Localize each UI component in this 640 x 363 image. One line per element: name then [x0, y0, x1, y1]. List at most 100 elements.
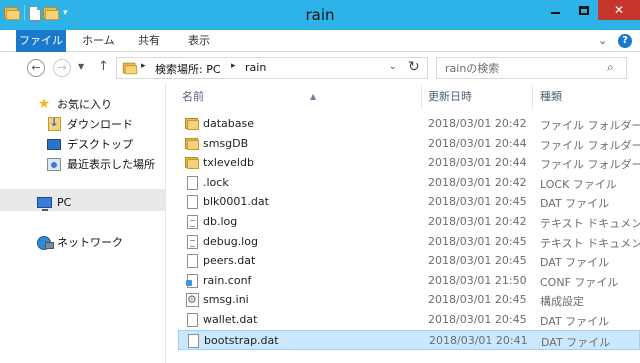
chevron-down-icon[interactable]: ⌄ — [598, 34, 607, 47]
file-type: CONF ファイル — [540, 276, 619, 289]
desktop-icon — [47, 138, 61, 150]
refresh-icon[interactable]: ↻ — [408, 59, 420, 75]
help-icon[interactable]: ? — [618, 34, 632, 48]
file-name: txleveldb — [203, 156, 254, 169]
recent-locations-dropdown[interactable]: ▼ — [78, 62, 84, 71]
properties-icon[interactable] — [29, 5, 41, 21]
breadcrumb-rain[interactable]: rain — [245, 61, 266, 74]
forward-button[interactable]: → — [53, 59, 71, 77]
breadcrumb-search-location[interactable]: 検索場所: PC — [155, 61, 221, 77]
file-date: 2018/03/01 20:45 — [428, 313, 527, 326]
nav-network[interactable]: ネットワーク — [36, 232, 123, 252]
file-row[interactable]: smsg.ini 2018/03/01 20:45 構成設定 — [178, 290, 640, 310]
file-type: ファイル フォルダー — [540, 158, 640, 171]
folder-icon — [122, 62, 138, 75]
customize-toolbar-icon[interactable]: ▾ — [63, 8, 68, 18]
column-header-type[interactable]: 種類 — [540, 88, 562, 110]
file-icon — [184, 175, 200, 191]
file-row[interactable]: bootstrap.dat 2018/03/01 20:41 DAT ファイル — [178, 330, 640, 350]
chevron-right-icon[interactable]: ▸ — [231, 61, 236, 71]
file-icon — [184, 194, 200, 210]
address-row: ← → ▼ ↑ ▸ 検索場所: PC ▸ rain ⌄ ↻ ⌕ — [0, 53, 640, 83]
file-name: bootstrap.dat — [204, 334, 279, 347]
column-header-name-label: 名前 — [182, 90, 204, 103]
arrow-left-icon: ← — [31, 61, 41, 74]
search-box[interactable]: ⌕ — [436, 57, 627, 79]
file-type: 構成設定 — [540, 295, 584, 308]
file-type: DAT ファイル — [541, 336, 611, 349]
toolbar-divider — [24, 5, 25, 21]
navigation-pane: ★ お気に入り ダウンロード デスクトップ 最近表示した場所 PC ネットワーク — [0, 84, 166, 363]
selection-highlight — [0, 189, 165, 211]
chevron-right-icon[interactable]: ▸ — [141, 61, 146, 71]
nav-recent-places[interactable]: 最近表示した場所 — [46, 154, 155, 174]
file-date: 2018/03/01 20:45 — [428, 293, 527, 306]
folder-icon[interactable] — [4, 6, 20, 20]
file-row[interactable]: smsgDB 2018/03/01 20:44 ファイル フォルダー — [178, 134, 640, 154]
file-row[interactable]: database 2018/03/01 20:42 ファイル フォルダー — [178, 114, 640, 134]
nav-downloads[interactable]: ダウンロード — [46, 114, 133, 134]
column-header-name[interactable]: 名前 ▲ — [182, 88, 316, 110]
recent-places-icon — [47, 157, 61, 171]
file-name: rain.conf — [203, 274, 252, 287]
tab-share[interactable]: 共有 — [128, 30, 170, 52]
file-list: 名前 ▲ 更新日時 種類 database 2018/03/01 20:42 ファイル… — [166, 84, 640, 363]
config-file-icon — [184, 273, 200, 289]
column-divider[interactable] — [532, 86, 533, 108]
close-button[interactable]: ✕ — [598, 0, 640, 20]
file-row[interactable]: blk0001.dat 2018/03/01 20:45 DAT ファイル — [178, 192, 640, 212]
maximize-icon — [579, 5, 589, 15]
folder-icon — [184, 136, 200, 152]
file-date: 2018/03/01 20:42 — [428, 176, 527, 189]
column-divider[interactable] — [421, 86, 422, 108]
tab-file[interactable]: ファイル — [16, 30, 66, 52]
file-name: wallet.dat — [203, 313, 258, 326]
file-name: debug.log — [203, 235, 258, 248]
text-file-icon — [184, 234, 200, 250]
file-type: テキスト ドキュメント — [540, 217, 640, 230]
file-row[interactable]: db.log 2018/03/01 20:42 テキスト ドキュメント — [178, 212, 640, 232]
nav-favorites[interactable]: ★ お気に入り — [36, 94, 112, 114]
file-row[interactable]: wallet.dat 2018/03/01 20:45 DAT ファイル — [178, 310, 640, 330]
maximize-button[interactable] — [570, 0, 598, 20]
quick-access-toolbar: ▾ — [4, 5, 68, 21]
file-row[interactable]: txleveldb 2018/03/01 20:44 ファイル フォルダー — [178, 153, 640, 173]
search-input[interactable] — [437, 58, 602, 78]
file-name: smsgDB — [203, 137, 249, 150]
file-name: db.log — [203, 215, 238, 228]
file-type: テキスト ドキュメント — [540, 237, 640, 250]
minimize-button[interactable] — [540, 0, 570, 20]
nav-desktop-label: デスクトップ — [67, 138, 133, 151]
tab-home[interactable]: ホーム — [72, 30, 125, 52]
file-row[interactable]: .lock 2018/03/01 20:42 LOCK ファイル — [178, 173, 640, 193]
search-icon[interactable]: ⌕ — [607, 60, 614, 75]
star-icon: ★ — [37, 96, 51, 112]
file-name: peers.dat — [203, 254, 256, 267]
file-type: ファイル フォルダー — [540, 119, 640, 132]
back-button[interactable]: ← — [27, 59, 45, 77]
folder-icon — [184, 116, 200, 132]
network-icon — [36, 236, 54, 250]
address-bar[interactable]: ▸ 検索場所: PC ▸ rain ⌄ ↻ — [116, 57, 428, 79]
nav-desktop[interactable]: デスクトップ — [46, 134, 133, 154]
nav-network-label: ネットワーク — [57, 236, 123, 249]
settings-file-icon — [184, 292, 200, 308]
computer-icon — [36, 196, 52, 211]
up-arrow-icon[interactable]: ↑ — [98, 59, 109, 74]
nav-pc[interactable]: PC — [36, 192, 71, 212]
file-type: DAT ファイル — [540, 197, 610, 210]
file-row[interactable]: debug.log 2018/03/01 20:45 テキスト ドキュメント — [178, 232, 640, 252]
file-row[interactable]: peers.dat 2018/03/01 20:45 DAT ファイル — [178, 251, 640, 271]
file-name: blk0001.dat — [203, 195, 269, 208]
file-date: 2018/03/01 21:50 — [428, 274, 527, 287]
new-folder-icon[interactable] — [43, 6, 59, 20]
file-icon — [184, 253, 200, 269]
nav-favorites-label: お気に入り — [57, 98, 112, 111]
tab-view[interactable]: 表示 — [178, 30, 220, 52]
download-folder-icon — [47, 116, 61, 131]
file-date: 2018/03/01 20:41 — [429, 334, 528, 347]
file-name: .lock — [203, 176, 229, 189]
address-dropdown-icon[interactable]: ⌄ — [389, 62, 397, 72]
column-header-date[interactable]: 更新日時 — [428, 88, 472, 110]
file-row[interactable]: rain.conf 2018/03/01 21:50 CONF ファイル — [178, 271, 640, 291]
